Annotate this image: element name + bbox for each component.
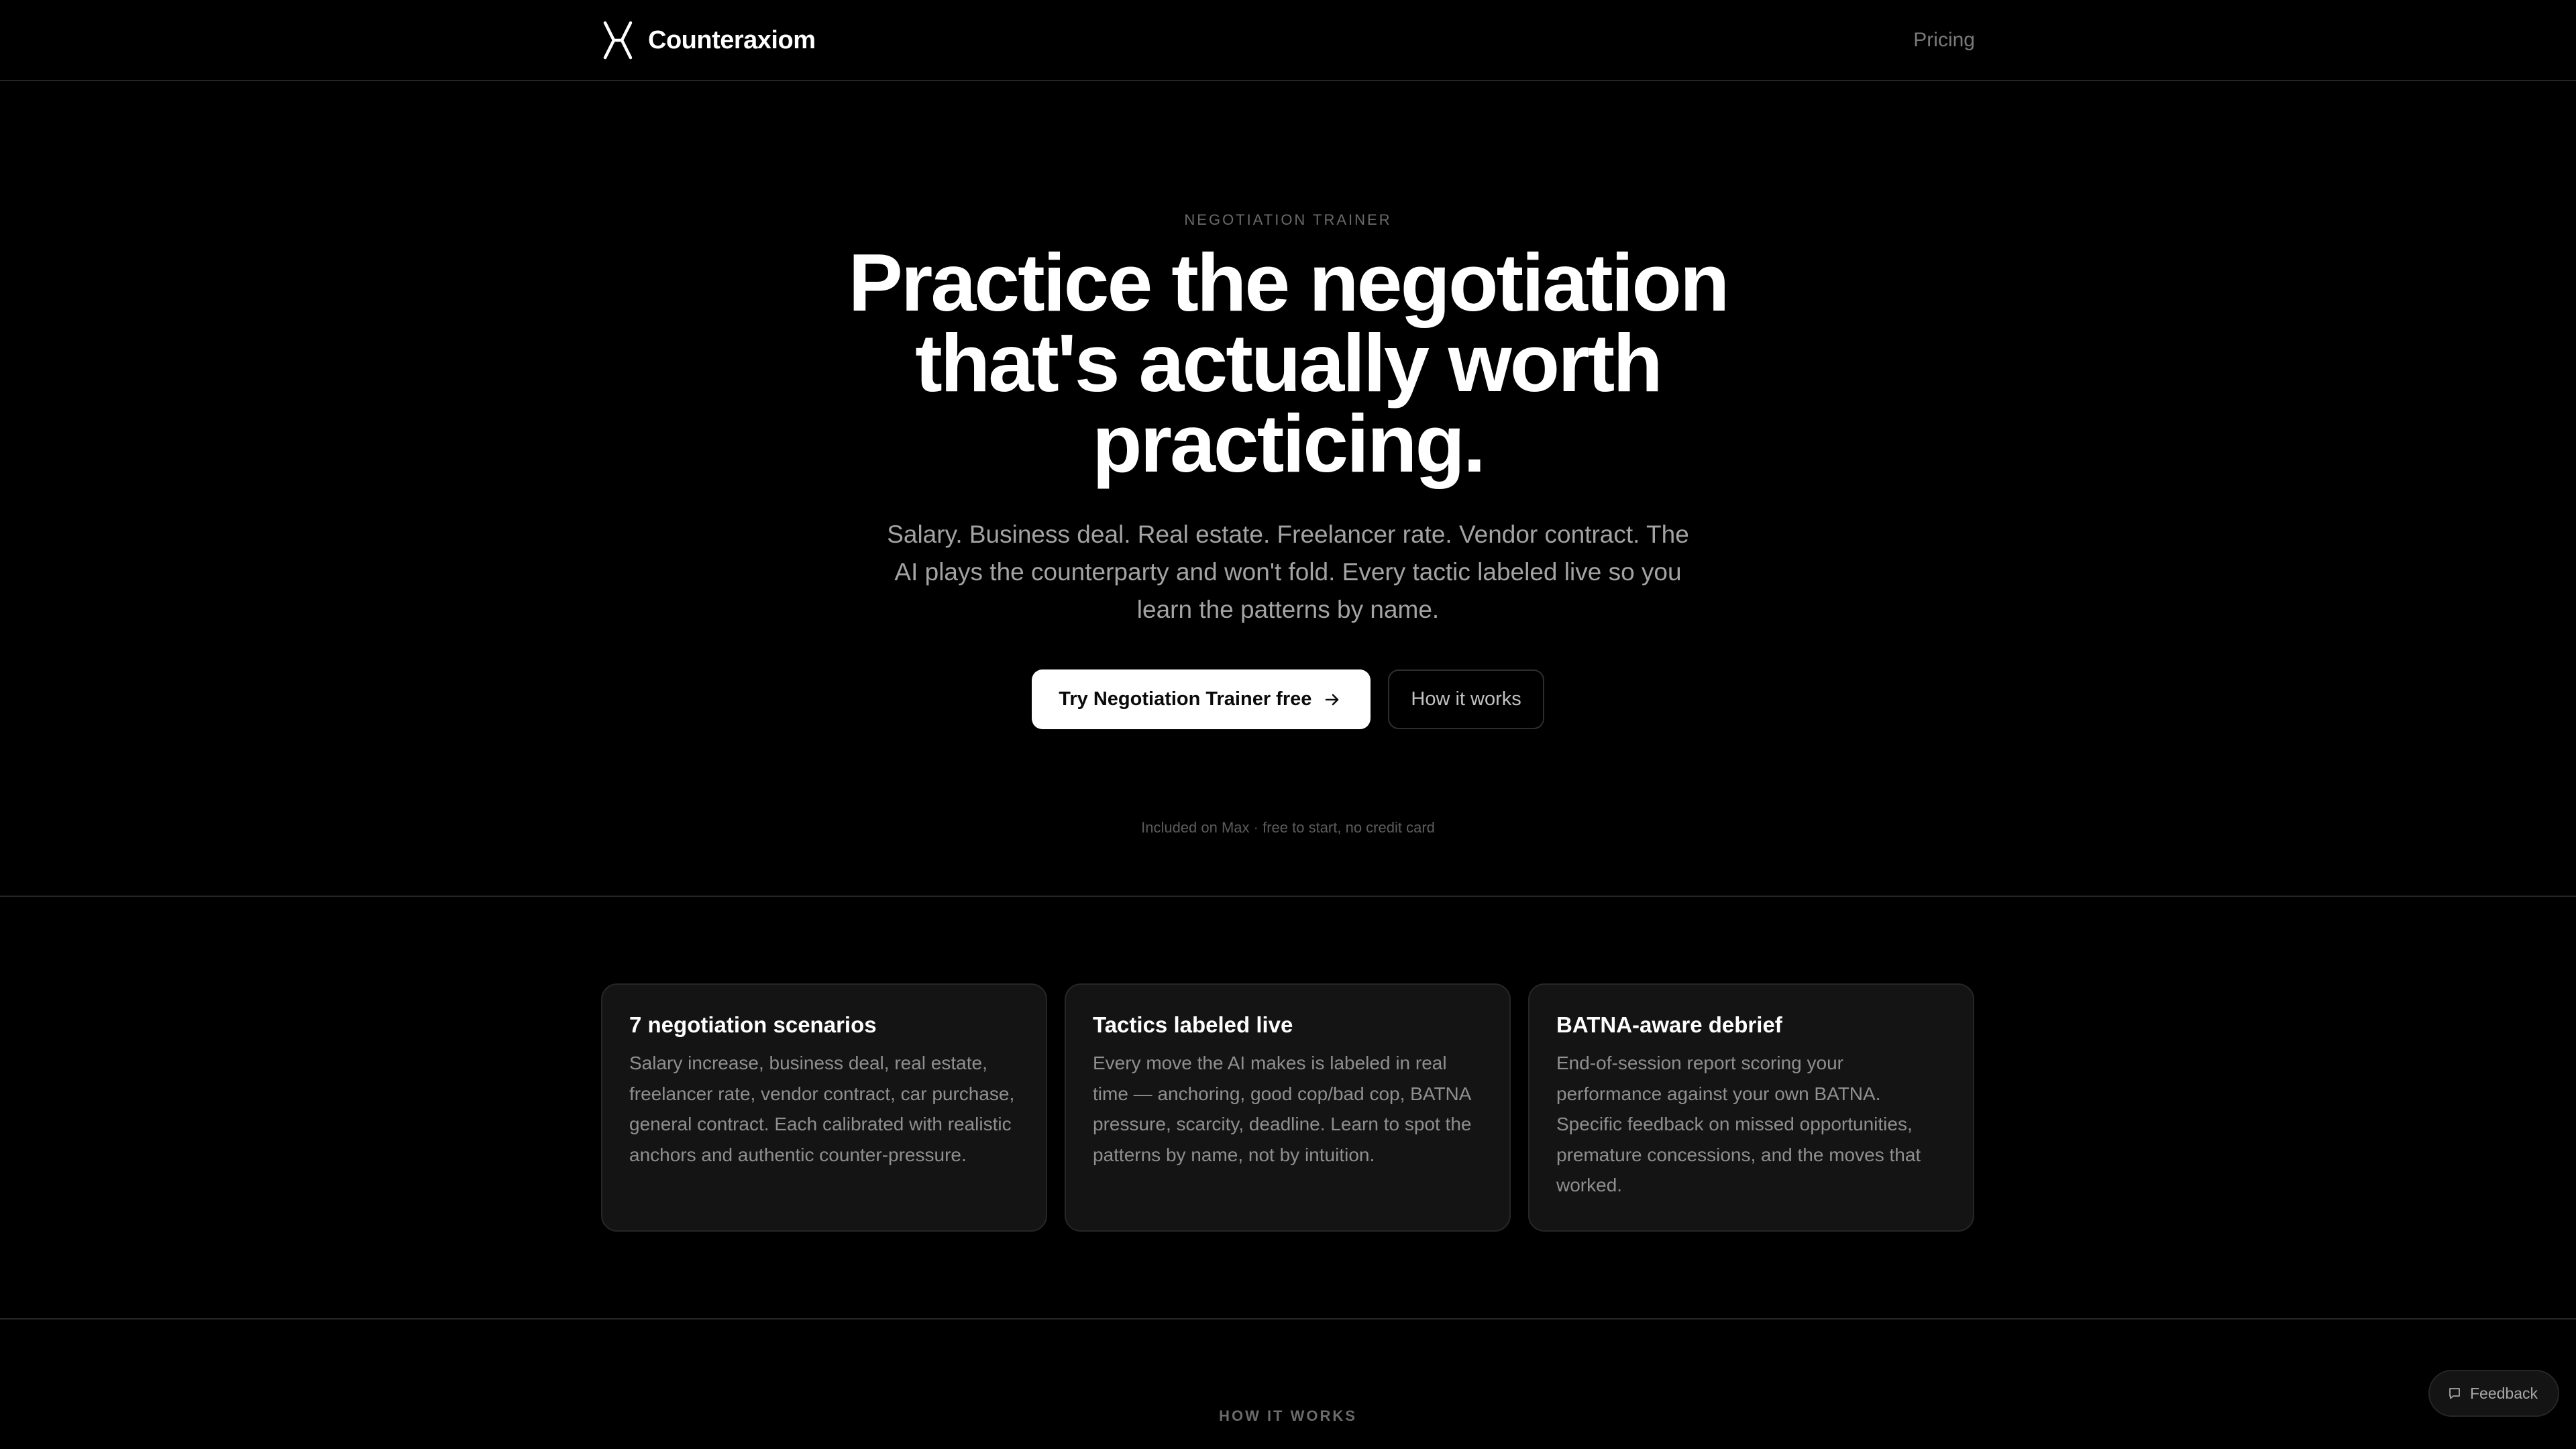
feature-card-body: Salary increase, business deal, real est… (629, 1053, 1015, 1165)
how-it-works-button[interactable]: How it works (1388, 669, 1544, 729)
features-section: 7 negotiation scenarios Salary increase,… (0, 897, 2576, 1320)
brand-name: Counteraxiom (648, 25, 816, 54)
feature-card-debrief: BATNA-aware debrief End-of-session repor… (1528, 983, 1974, 1232)
feature-card-title: 7 negotiation scenarios (629, 1012, 877, 1037)
feature-card-title: BATNA-aware debrief (1556, 1012, 1782, 1037)
cta-note: Included on Max · free to start, no cred… (1141, 819, 1435, 836)
x-logo-icon (603, 21, 633, 60)
hero-headline: Practice the negotiation that's actually… (848, 237, 1730, 489)
try-trainer-button[interactable]: Try Negotiation Trainer free (1032, 669, 1371, 729)
feature-card-title: Tactics labeled live (1093, 1012, 1293, 1037)
chat-bubble-icon (2449, 1388, 2460, 1399)
hero-subhead: Salary. Business deal. Real estate. Free… (887, 521, 1689, 623)
feedback-label: Feedback (2470, 1384, 2538, 1402)
feature-card-body: End-of-session report scoring your perfo… (1556, 1053, 1921, 1195)
hero-eyebrow: NEGOTIATION TRAINER (1184, 211, 1392, 228)
nav-pricing-link[interactable]: Pricing (1913, 27, 1975, 54)
how-it-works-label: HOW IT WORKS (1219, 1407, 1357, 1424)
hero-cta-row: Try Negotiation Trainer free How it work… (0, 669, 2576, 729)
feature-card-body: Every move the AI makes is labeled in re… (1093, 1053, 1472, 1165)
feature-card-tactics: Tactics labeled live Every move the AI m… (1065, 983, 1511, 1232)
site-header: Counteraxiom Pricing (0, 0, 2576, 81)
try-trainer-button-label: Try Negotiation Trainer free (1059, 688, 1312, 710)
hero-section: NEGOTIATION TRAINER Practice the negotia… (0, 81, 2576, 897)
arrow-right-icon (1326, 694, 1339, 705)
feedback-button[interactable]: Feedback (2428, 1370, 2560, 1417)
feature-card-scenarios: 7 negotiation scenarios Salary increase,… (601, 983, 1047, 1232)
brand-link[interactable]: Counteraxiom (601, 20, 816, 60)
